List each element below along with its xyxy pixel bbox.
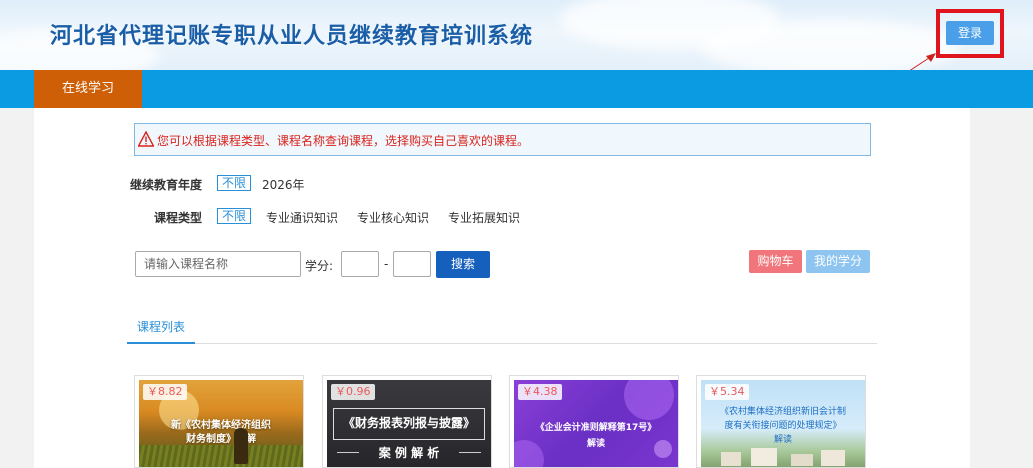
course-cover-title: 新《农村集体经济组织	[171, 420, 271, 431]
filter-year-unlimited[interactable]: 不限	[217, 175, 252, 191]
filter-type-core[interactable]: 专业核心知识	[357, 209, 429, 226]
notice-text: 您可以根据课程类型、课程名称查询课程，选择购买自己喜欢的课程。	[157, 134, 530, 148]
warning-icon	[138, 131, 154, 147]
course-cover-title: 《企业会计准则解释第17号》	[535, 423, 657, 433]
filter-year-2026[interactable]: 2026年	[262, 176, 305, 193]
course-cover-subtitle: 解读	[586, 439, 605, 449]
filter-type-label: 课程类型	[154, 211, 203, 225]
course-name-search-input[interactable]: 请输入课程名称	[135, 251, 301, 277]
credit-max-input[interactable]	[393, 251, 431, 277]
course-cover-subtitle: 度有关衔接问题的处理规定》	[724, 421, 842, 431]
course-card[interactable]: 新《农村集体经济组织 财务制度》讲解 ￥8.82	[134, 375, 304, 468]
course-card[interactable]: 《农村集体经济组织新旧会计制 度有关衔接问题的处理规定》 解读 ￥5.34	[696, 375, 866, 468]
main-nav: 在线学习	[0, 70, 1033, 108]
course-price: ￥0.96	[331, 384, 375, 400]
course-price: ￥8.82	[143, 384, 187, 400]
credit-label: 学分:	[305, 259, 334, 273]
course-price: ￥4.38	[518, 384, 562, 400]
filter-type-extended[interactable]: 专业拓展知识	[448, 209, 520, 226]
cart-button[interactable]: 购物车	[749, 250, 802, 273]
course-card[interactable]: 《企业会计准则解释第17号》 解读 ￥4.38	[509, 375, 679, 468]
filter-type-unlimited[interactable]: 不限	[217, 208, 252, 224]
course-cover-subtitle: 案 例 解 析	[378, 446, 440, 460]
filter-year-label: 继续教育年度	[130, 178, 203, 192]
course-price: ￥5.34	[705, 384, 749, 400]
course-list-divider	[127, 343, 877, 344]
credit-min-input[interactable]	[341, 251, 379, 277]
notice-bar: 您可以根据课程类型、课程名称查询课程，选择购买自己喜欢的课程。	[134, 123, 871, 156]
course-card[interactable]: 《财务报表列报与披露》 案 例 解 析 ￥0.96	[322, 375, 492, 468]
course-cover-caption: 解读	[773, 435, 792, 445]
course-cover-subtitle: 财务制度》讲解	[186, 434, 256, 445]
my-credits-button[interactable]: 我的学分	[806, 250, 870, 273]
credit-range-dash: -	[384, 257, 389, 271]
login-button[interactable]: 登录	[946, 21, 994, 45]
tab-underline	[127, 342, 195, 344]
site-title: 河北省代理记账专职从业人员继续教育培训系统	[50, 24, 534, 49]
course-cover-title: 《农村集体经济组织新旧会计制	[719, 407, 846, 417]
search-button[interactable]: 搜索	[436, 251, 490, 278]
course-cover-title: 《财务报表列报与披露》	[342, 416, 475, 430]
filter-type-general[interactable]: 专业通识知识	[266, 209, 338, 226]
tab-course-list[interactable]: 课程列表	[137, 318, 185, 335]
tab-online-learning[interactable]: 在线学习	[34, 70, 142, 108]
header-banner: 河北省代理记账专职从业人员继续教育培训系统	[0, 0, 1033, 70]
